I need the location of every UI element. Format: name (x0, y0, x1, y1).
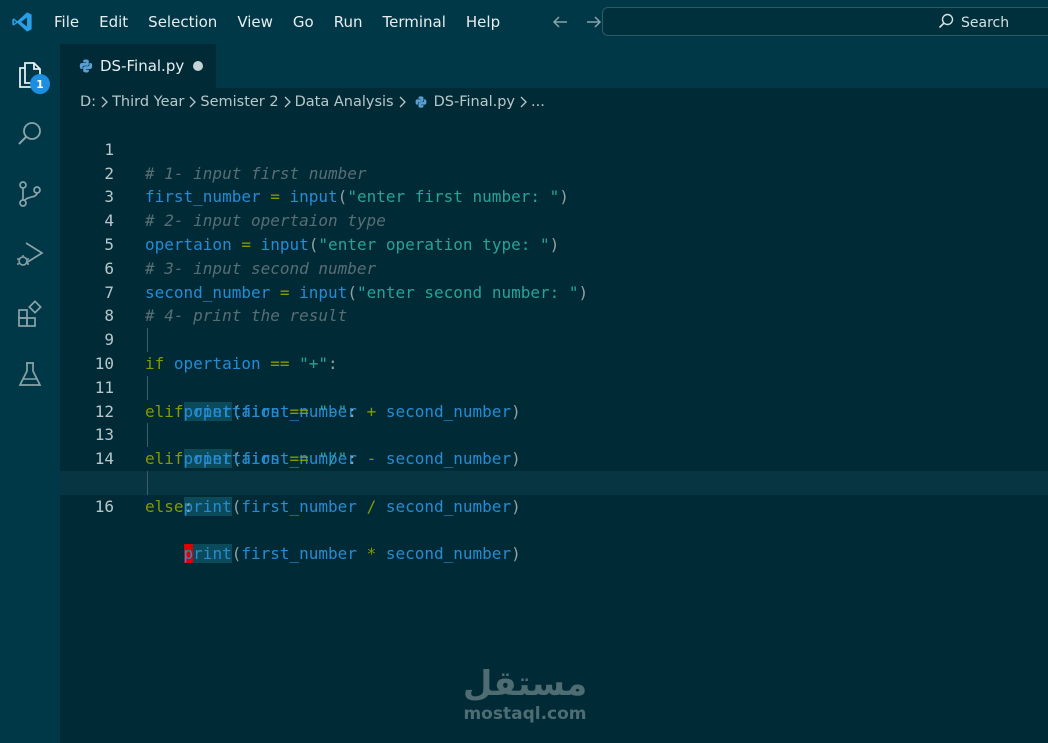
variable: second_number (385, 496, 512, 516)
menu-terminal[interactable]: Terminal (373, 0, 456, 44)
watermark-latin: mostaql.com (463, 704, 587, 724)
menu-run[interactable]: Run (324, 0, 373, 44)
code-line[interactable]: 1 # 1- input first number (60, 114, 1048, 183)
command-center-search[interactable]: Search (602, 7, 1048, 36)
code-line[interactable]: 3 # 2- input opertaion type (60, 162, 1048, 230)
chevron-right-icon (185, 90, 199, 114)
code-line[interactable]: 10 print(first_number + second_number) (60, 328, 1048, 421)
breadcrumb: D: Third Year Semister 2 Data Analysis D… (80, 90, 545, 114)
watermark-arabic: مستقل (462, 664, 588, 704)
tab-ds-final[interactable]: DS-Final.py (60, 44, 216, 88)
chevron-right-icon (97, 90, 111, 114)
tab-bar: DS-Final.py (60, 44, 1048, 88)
menu-file[interactable]: File (44, 0, 89, 44)
vscode-logo-icon (0, 0, 44, 44)
code-line[interactable]: 7 # 4- print the result (60, 257, 1048, 326)
menu-bar: File Edit Selection View Go Run Terminal… (44, 0, 510, 44)
menu-selection[interactable]: Selection (138, 0, 227, 44)
code-line[interactable]: 6 second_number = input("enter second nu… (60, 233, 1048, 302)
search-icon (937, 12, 955, 34)
menu-help[interactable]: Help (456, 0, 510, 44)
search-label: Search (961, 15, 1010, 31)
activity-bar: 1 (0, 44, 60, 743)
code-line[interactable]: 5 # 3- input second number (60, 209, 1048, 278)
breadcrumb-symbols[interactable]: ... (531, 90, 545, 114)
python-file-icon (79, 59, 93, 73)
chevron-right-icon (280, 90, 294, 114)
breadcrumb-folder-semister[interactable]: Semister 2 (200, 90, 278, 114)
menu-edit[interactable]: Edit (89, 0, 138, 44)
code-line[interactable]: 14 print(first_number / second_number) (60, 423, 1048, 516)
code-line[interactable]: 8 (60, 281, 1048, 325)
variable: first_number (241, 544, 357, 564)
unsaved-dot-icon[interactable] (193, 61, 203, 71)
mostaql-watermark: مستقل mostaql.com (440, 664, 610, 724)
testing-flask-icon[interactable] (14, 358, 46, 390)
back-arrow-icon[interactable] (550, 12, 570, 32)
breadcrumb-drive[interactable]: D: (80, 90, 96, 114)
python-file-icon (415, 96, 427, 108)
menu-go[interactable]: Go (283, 0, 324, 44)
code-line[interactable]: 4 opertaion = input("enter operation typ… (60, 185, 1048, 254)
breadcrumb-folder-third-year[interactable]: Third Year (112, 90, 184, 114)
breadcrumb-folder-data-analysis[interactable]: Data Analysis (295, 90, 394, 114)
function-name-with-cursor: print (183, 544, 232, 564)
variable: second_number (385, 544, 512, 564)
variable: first_number (241, 496, 357, 516)
line-number: 16 (94, 496, 114, 516)
tab-label: DS-Final.py (100, 57, 185, 75)
keyword: else (145, 496, 184, 516)
extensions-icon[interactable] (14, 298, 46, 330)
title-bar: File Edit Selection View Go Run Terminal… (0, 0, 1048, 44)
code-line[interactable]: 2 first_number = input("enter first numb… (60, 138, 1048, 207)
menu-view[interactable]: View (227, 0, 283, 44)
chevron-right-icon (395, 90, 409, 114)
chevron-right-icon (516, 90, 530, 114)
run-debug-icon[interactable] (14, 238, 46, 270)
explorer-badge: 1 (30, 74, 50, 94)
code-line[interactable]: 15 else: (60, 447, 1048, 516)
code-line[interactable]: 9 if opertaion == "+": (60, 304, 1048, 373)
search-icon[interactable] (14, 118, 46, 150)
code-line[interactable]: 13 elif opertaion == "/": (60, 400, 1048, 468)
code-editor[interactable]: 1 # 1- input first number 2 first_number… (60, 114, 1048, 743)
code-line[interactable]: 12 print(first_number - second_number) (60, 375, 1048, 469)
current-code-line[interactable]: 16 print(first_number * second_number) (60, 471, 1048, 564)
breadcrumb-file[interactable]: DS-Final.py (434, 90, 515, 114)
text-cursor: p (183, 544, 194, 564)
code-line[interactable]: 11 elif opertaion == "-": (60, 352, 1048, 421)
source-control-icon[interactable] (14, 178, 46, 210)
